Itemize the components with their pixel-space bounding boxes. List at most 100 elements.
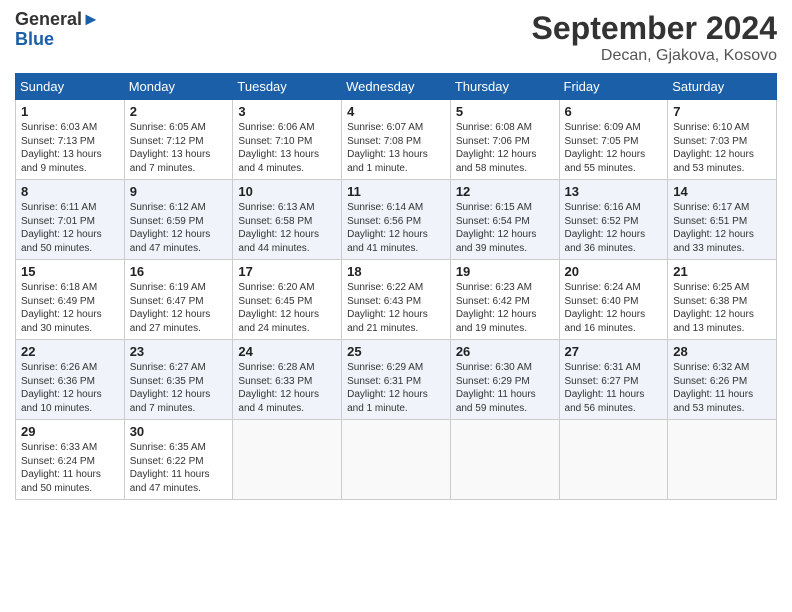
day-number: 27 bbox=[565, 344, 663, 359]
day-info: Sunrise: 6:19 AMSunset: 6:47 PMDaylight:… bbox=[130, 281, 228, 335]
day-info: Sunrise: 6:12 AMSunset: 6:59 PMDaylight:… bbox=[130, 201, 228, 255]
day-number: 21 bbox=[673, 264, 771, 279]
day-info: Sunrise: 6:17 AMSunset: 6:51 PMDaylight:… bbox=[673, 201, 771, 255]
day-info: Sunrise: 6:18 AMSunset: 6:49 PMDaylight:… bbox=[21, 281, 119, 335]
table-row: 9 Sunrise: 6:12 AMSunset: 6:59 PMDaylight… bbox=[124, 180, 233, 260]
day-number: 20 bbox=[565, 264, 663, 279]
day-info: Sunrise: 6:31 AMSunset: 6:27 PMDaylight:… bbox=[565, 361, 663, 415]
table-row: 30 Sunrise: 6:35 AMSunset: 6:22 PMDayligh… bbox=[124, 420, 233, 500]
table-row: 5 Sunrise: 6:08 AMSunset: 7:06 PMDaylight… bbox=[450, 100, 559, 180]
table-row: 26 Sunrise: 6:30 AMSunset: 6:29 PMDayligh… bbox=[450, 340, 559, 420]
table-row: 24 Sunrise: 6:28 AMSunset: 6:33 PMDayligh… bbox=[233, 340, 342, 420]
day-info: Sunrise: 6:23 AMSunset: 6:42 PMDaylight:… bbox=[456, 281, 554, 335]
table-row: 22 Sunrise: 6:26 AMSunset: 6:36 PMDayligh… bbox=[16, 340, 125, 420]
logo: General► Blue bbox=[15, 10, 100, 50]
day-info: Sunrise: 6:08 AMSunset: 7:06 PMDaylight:… bbox=[456, 121, 554, 175]
day-number: 23 bbox=[130, 344, 228, 359]
day-number: 11 bbox=[347, 184, 445, 199]
day-info: Sunrise: 6:26 AMSunset: 6:36 PMDaylight:… bbox=[21, 361, 119, 415]
day-info: Sunrise: 6:29 AMSunset: 6:31 PMDaylight:… bbox=[347, 361, 445, 415]
table-row: 27 Sunrise: 6:31 AMSunset: 6:27 PMDayligh… bbox=[559, 340, 668, 420]
header-wednesday: Wednesday bbox=[342, 74, 451, 100]
day-number: 26 bbox=[456, 344, 554, 359]
day-info: Sunrise: 6:28 AMSunset: 6:33 PMDaylight:… bbox=[238, 361, 336, 415]
header-friday: Friday bbox=[559, 74, 668, 100]
table-row bbox=[450, 420, 559, 500]
day-number: 1 bbox=[21, 104, 119, 119]
table-row: 14 Sunrise: 6:17 AMSunset: 6:51 PMDayligh… bbox=[668, 180, 777, 260]
day-info: Sunrise: 6:22 AMSunset: 6:43 PMDaylight:… bbox=[347, 281, 445, 335]
location-title: Decan, Gjakova, Kosovo bbox=[532, 47, 777, 65]
day-info: Sunrise: 6:06 AMSunset: 7:10 PMDaylight:… bbox=[238, 121, 336, 175]
table-row: 29 Sunrise: 6:33 AMSunset: 6:24 PMDayligh… bbox=[16, 420, 125, 500]
day-number: 13 bbox=[565, 184, 663, 199]
table-row: 3 Sunrise: 6:06 AMSunset: 7:10 PMDaylight… bbox=[233, 100, 342, 180]
day-number: 7 bbox=[673, 104, 771, 119]
day-number: 12 bbox=[456, 184, 554, 199]
title-section: September 2024 Decan, Gjakova, Kosovo bbox=[532, 10, 777, 65]
day-number: 29 bbox=[21, 424, 119, 439]
table-row: 2 Sunrise: 6:05 AMSunset: 7:12 PMDaylight… bbox=[124, 100, 233, 180]
table-row: 12 Sunrise: 6:15 AMSunset: 6:54 PMDayligh… bbox=[450, 180, 559, 260]
table-row: 21 Sunrise: 6:25 AMSunset: 6:38 PMDayligh… bbox=[668, 260, 777, 340]
table-row: 10 Sunrise: 6:13 AMSunset: 6:58 PMDayligh… bbox=[233, 180, 342, 260]
day-info: Sunrise: 6:13 AMSunset: 6:58 PMDaylight:… bbox=[238, 201, 336, 255]
day-info: Sunrise: 6:14 AMSunset: 6:56 PMDaylight:… bbox=[347, 201, 445, 255]
table-row: 13 Sunrise: 6:16 AMSunset: 6:52 PMDayligh… bbox=[559, 180, 668, 260]
day-info: Sunrise: 6:35 AMSunset: 6:22 PMDaylight:… bbox=[130, 441, 228, 495]
day-info: Sunrise: 6:30 AMSunset: 6:29 PMDaylight:… bbox=[456, 361, 554, 415]
table-row: 11 Sunrise: 6:14 AMSunset: 6:56 PMDayligh… bbox=[342, 180, 451, 260]
day-info: Sunrise: 6:09 AMSunset: 7:05 PMDaylight:… bbox=[565, 121, 663, 175]
day-number: 5 bbox=[456, 104, 554, 119]
day-info: Sunrise: 6:33 AMSunset: 6:24 PMDaylight:… bbox=[21, 441, 119, 495]
table-row bbox=[668, 420, 777, 500]
day-number: 2 bbox=[130, 104, 228, 119]
table-row bbox=[342, 420, 451, 500]
day-number: 3 bbox=[238, 104, 336, 119]
day-number: 9 bbox=[130, 184, 228, 199]
day-info: Sunrise: 6:24 AMSunset: 6:40 PMDaylight:… bbox=[565, 281, 663, 335]
day-number: 24 bbox=[238, 344, 336, 359]
day-info: Sunrise: 6:32 AMSunset: 6:26 PMDaylight:… bbox=[673, 361, 771, 415]
day-number: 30 bbox=[130, 424, 228, 439]
day-info: Sunrise: 6:05 AMSunset: 7:12 PMDaylight:… bbox=[130, 121, 228, 175]
day-info: Sunrise: 6:25 AMSunset: 6:38 PMDaylight:… bbox=[673, 281, 771, 335]
table-row: 8 Sunrise: 6:11 AMSunset: 7:01 PMDaylight… bbox=[16, 180, 125, 260]
day-number: 4 bbox=[347, 104, 445, 119]
day-info: Sunrise: 6:20 AMSunset: 6:45 PMDaylight:… bbox=[238, 281, 336, 335]
calendar-table: Sunday Monday Tuesday Wednesday Thursday… bbox=[15, 73, 777, 500]
day-number: 25 bbox=[347, 344, 445, 359]
table-row: 18 Sunrise: 6:22 AMSunset: 6:43 PMDayligh… bbox=[342, 260, 451, 340]
table-row: 16Sunrise: 6:19 AMSunset: 6:47 PMDayligh… bbox=[124, 260, 233, 340]
table-row: 7 Sunrise: 6:10 AMSunset: 7:03 PMDaylight… bbox=[668, 100, 777, 180]
day-info: Sunrise: 6:16 AMSunset: 6:52 PMDaylight:… bbox=[565, 201, 663, 255]
day-number: 8 bbox=[21, 184, 119, 199]
header-monday: Monday bbox=[124, 74, 233, 100]
table-row: 20 Sunrise: 6:24 AMSunset: 6:40 PMDayligh… bbox=[559, 260, 668, 340]
day-info: Sunrise: 6:10 AMSunset: 7:03 PMDaylight:… bbox=[673, 121, 771, 175]
table-row bbox=[233, 420, 342, 500]
table-row bbox=[559, 420, 668, 500]
table-row: 23Sunrise: 6:27 AMSunset: 6:35 PMDayligh… bbox=[124, 340, 233, 420]
day-number: 6 bbox=[565, 104, 663, 119]
day-info: Sunrise: 6:15 AMSunset: 6:54 PMDaylight:… bbox=[456, 201, 554, 255]
day-number: 10 bbox=[238, 184, 336, 199]
day-number: 15 bbox=[21, 264, 119, 279]
table-row: 19 Sunrise: 6:23 AMSunset: 6:42 PMDayligh… bbox=[450, 260, 559, 340]
header: General► Blue September 2024 Decan, Gjak… bbox=[15, 10, 777, 65]
table-row: 1 Sunrise: 6:03 AMSunset: 7:13 PMDaylight… bbox=[16, 100, 125, 180]
day-number: 18 bbox=[347, 264, 445, 279]
day-number: 22 bbox=[21, 344, 119, 359]
table-row: 28 Sunrise: 6:32 AMSunset: 6:26 PMDayligh… bbox=[668, 340, 777, 420]
day-number: 14 bbox=[673, 184, 771, 199]
day-number: 28 bbox=[673, 344, 771, 359]
header-saturday: Saturday bbox=[668, 74, 777, 100]
month-title: September 2024 bbox=[532, 10, 777, 47]
day-info: Sunrise: 6:03 AMSunset: 7:13 PMDaylight:… bbox=[21, 121, 119, 175]
table-row: 17Sunrise: 6:20 AMSunset: 6:45 PMDayligh… bbox=[233, 260, 342, 340]
weekday-header-row: Sunday Monday Tuesday Wednesday Thursday… bbox=[16, 74, 777, 100]
table-row: 25 Sunrise: 6:29 AMSunset: 6:31 PMDayligh… bbox=[342, 340, 451, 420]
day-info: Sunrise: 6:11 AMSunset: 7:01 PMDaylight:… bbox=[21, 201, 119, 255]
day-number: 19 bbox=[456, 264, 554, 279]
header-tuesday: Tuesday bbox=[233, 74, 342, 100]
